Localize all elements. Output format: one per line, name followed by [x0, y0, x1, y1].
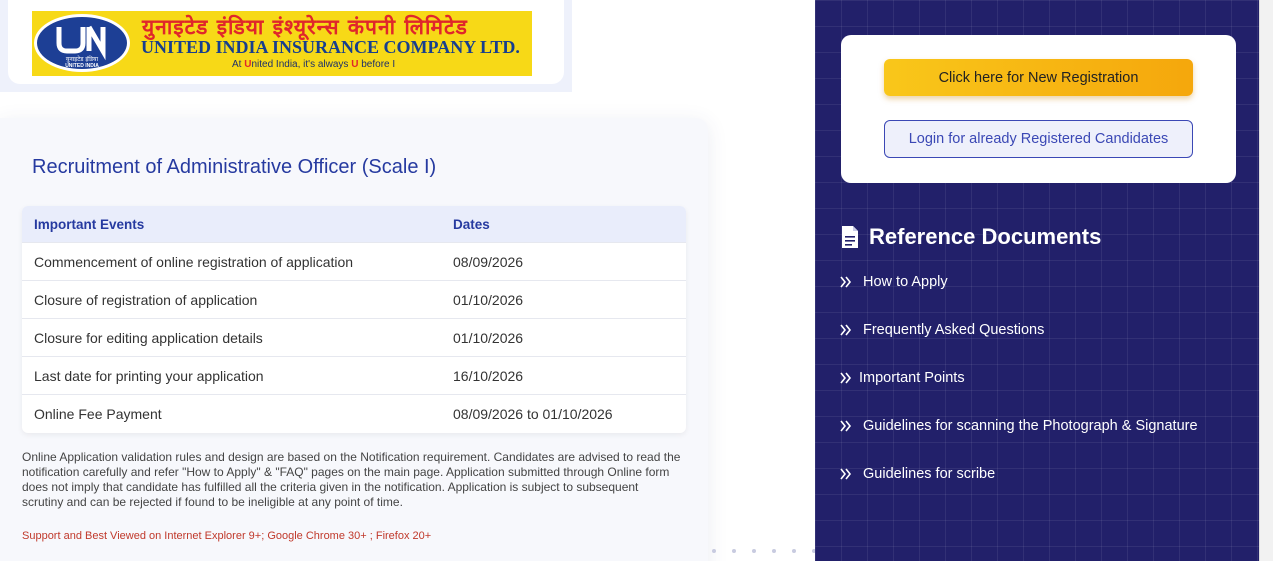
- table-row: Online Fee Payment 08/09/2026 to 01/10/2…: [22, 395, 686, 433]
- event-cell: Last date for printing your application: [34, 367, 264, 384]
- date-cell: 01/10/2026: [453, 291, 524, 308]
- reference-link-how-to-apply[interactable]: How to Apply: [839, 270, 1198, 294]
- event-cell: Commencement of online registration of a…: [34, 253, 354, 270]
- browser-support-note: Support and Best Viewed on Internet Expl…: [22, 530, 432, 542]
- column-header-dates: Dates: [453, 216, 490, 232]
- column-header-events: Important Events: [34, 216, 145, 232]
- important-events-table: Important Events Dates Commencement of o…: [22, 206, 686, 433]
- scrollbar[interactable]: [1259, 0, 1273, 561]
- svg-text:युनाइटेड इंडिया: युनाइटेड इंडिया: [66, 55, 99, 63]
- table-row: Closure for editing application details …: [22, 319, 686, 357]
- company-emblem-icon: युनाइटेड इंडिया UNITED INDIA: [34, 14, 130, 72]
- reference-link-label: How to Apply: [863, 274, 948, 290]
- reference-link-photo-guidelines[interactable]: Guidelines for scanning the Photograph &…: [839, 414, 1198, 438]
- reference-documents-title: Reference Documents: [869, 224, 1102, 249]
- table-row: Last date for printing your application …: [22, 357, 686, 395]
- reference-link-important-points[interactable]: Important Points: [839, 366, 1198, 390]
- reference-link-scribe-guidelines[interactable]: Guidelines for scribe: [839, 462, 1198, 486]
- reference-link-faq[interactable]: Frequently Asked Questions: [839, 318, 1198, 342]
- event-cell: Closure of registration of application: [34, 291, 258, 308]
- table-row: Commencement of online registration of a…: [22, 243, 686, 281]
- event-cell: Online Fee Payment: [34, 406, 162, 422]
- reference-link-label: Guidelines for scanning the Photograph &…: [863, 418, 1198, 434]
- logo-english-name: UNITED INDIA INSURANCE COMPANY LTD.: [141, 37, 520, 57]
- date-cell: 16/10/2026: [453, 367, 524, 384]
- sidebar-panel: Click here for New Registration Login fo…: [815, 0, 1259, 561]
- reference-documents-list: How to Apply Frequently Asked Questions …: [839, 270, 1198, 510]
- double-chevron-right-icon: [840, 372, 852, 384]
- recruitment-card: Recruitment of Administrative Officer (S…: [0, 118, 708, 561]
- login-button[interactable]: Login for already Registered Candidates: [884, 120, 1193, 158]
- new-registration-button[interactable]: Click here for New Registration: [884, 59, 1193, 96]
- date-cell: 01/10/2026: [453, 329, 524, 346]
- double-chevron-right-icon: [840, 324, 852, 336]
- double-chevron-right-icon: [840, 420, 852, 432]
- document-icon: [842, 226, 858, 248]
- reference-link-label: Guidelines for scribe: [863, 466, 996, 482]
- company-logo[interactable]: युनाइटेड इंडिया UNITED INDIA युनाइटेड इं…: [32, 11, 532, 76]
- event-cell: Closure for editing application details: [34, 329, 263, 346]
- table-header-row: Important Events Dates: [22, 206, 686, 243]
- reference-link-label: Important Points: [859, 370, 965, 386]
- double-chevron-right-icon: [840, 468, 852, 480]
- table-row: Closure of registration of application 0…: [22, 281, 686, 319]
- reference-documents-heading: Reference Documents: [841, 224, 1101, 250]
- svg-text:UNITED INDIA: UNITED INDIA: [65, 63, 99, 69]
- reference-link-label: Frequently Asked Questions: [863, 322, 1045, 338]
- page-title: Recruitment of Administrative Officer (S…: [32, 156, 437, 178]
- double-chevron-right-icon: [840, 276, 852, 288]
- logo-tagline: At United India, it's always U before I: [232, 59, 396, 70]
- date-cell: 08/09/2026 to 01/10/2026: [453, 406, 613, 422]
- validation-note: Online Application validation rules and …: [22, 450, 681, 509]
- registration-card: Click here for New Registration Login fo…: [841, 35, 1236, 183]
- date-cell: 08/09/2026: [453, 253, 524, 270]
